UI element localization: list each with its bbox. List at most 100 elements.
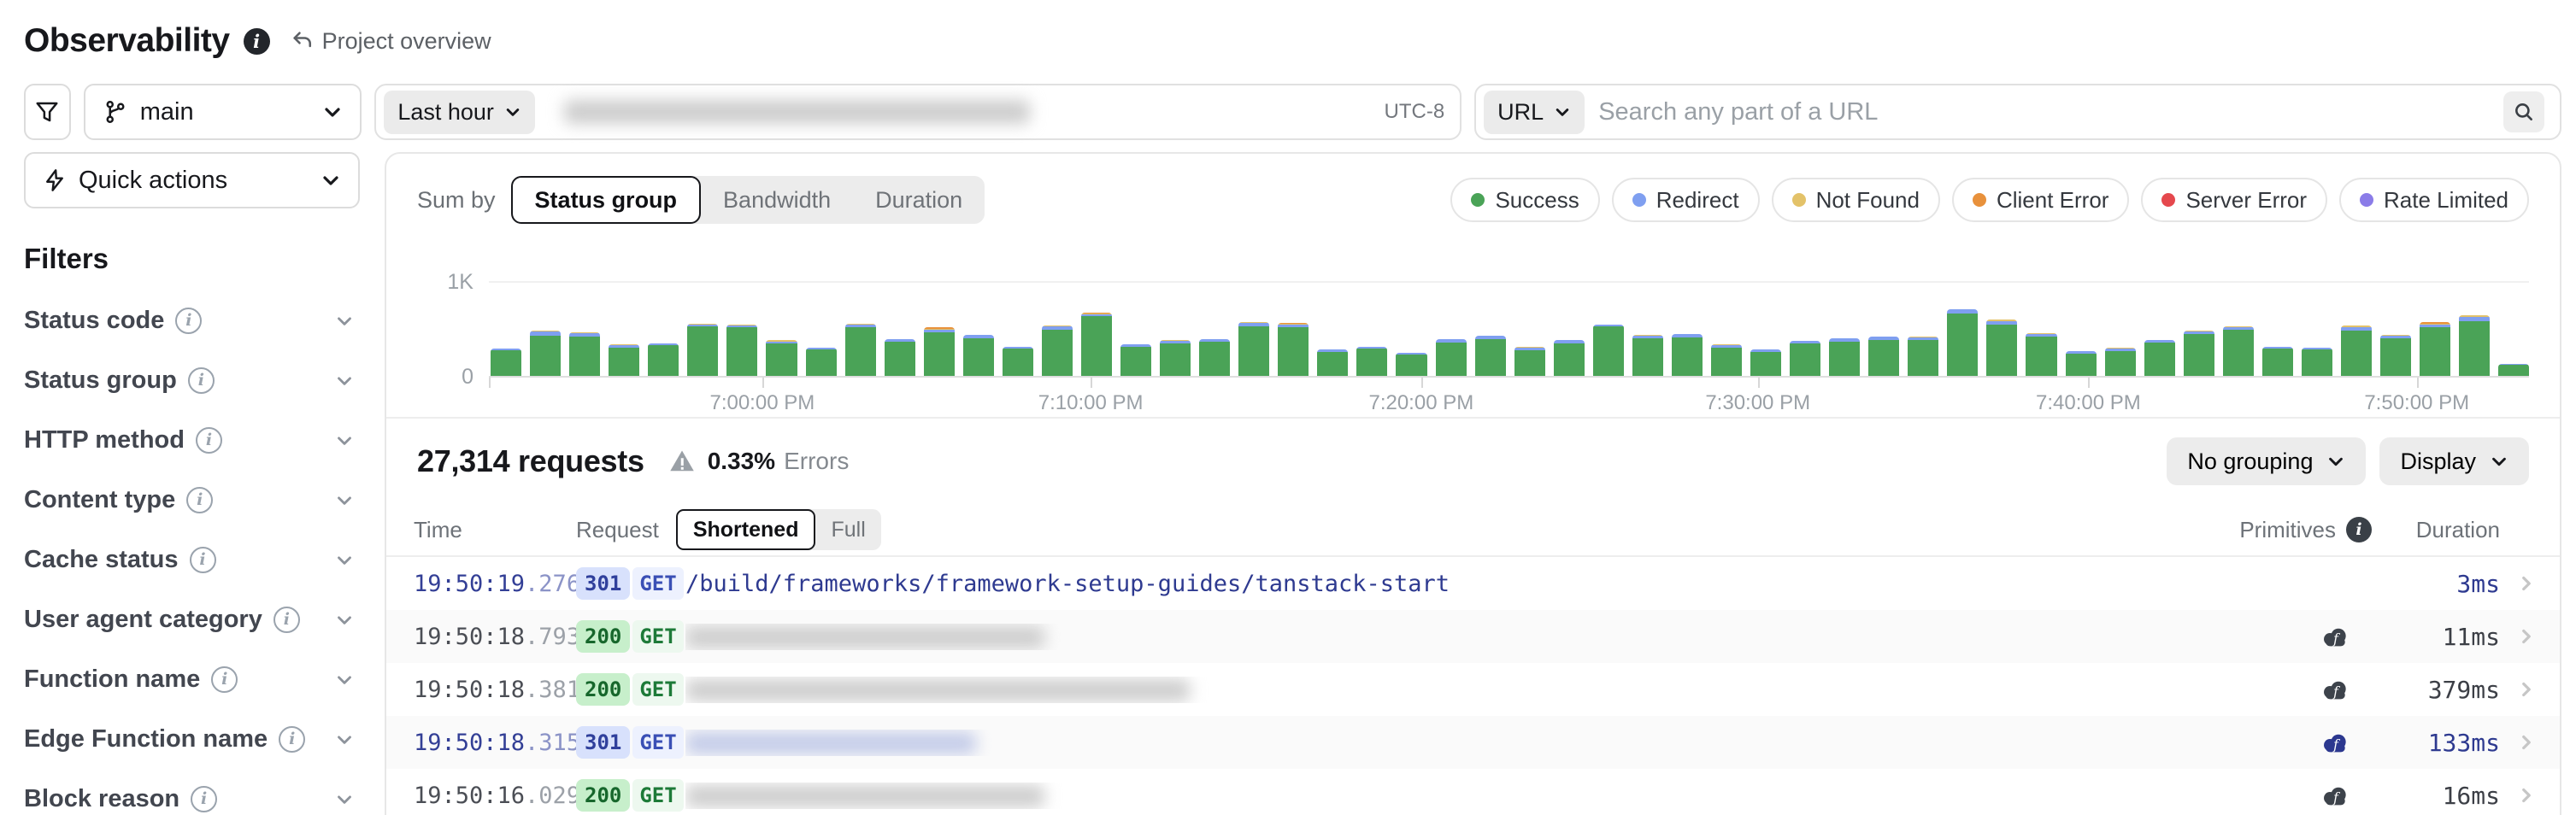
legend-item-success[interactable]: Success [1450, 178, 1599, 222]
grouping-dropdown[interactable]: No grouping [2167, 437, 2366, 485]
legend-item-server-error[interactable]: Server Error [2141, 178, 2327, 222]
chart-bar[interactable] [963, 335, 994, 376]
time-range-input[interactable]: Last hour UTC-8 [374, 84, 1461, 140]
info-icon[interactable]: i [196, 427, 222, 454]
chart-bar[interactable] [726, 325, 757, 376]
chart-bar[interactable] [687, 324, 718, 376]
info-icon[interactable]: i [273, 607, 300, 633]
chart-bar[interactable] [648, 343, 679, 376]
info-icon[interactable]: i [175, 308, 202, 334]
chevron-right-icon[interactable] [2500, 625, 2538, 648]
chart-bar[interactable] [2223, 326, 2254, 376]
chevron-right-icon[interactable] [2500, 572, 2538, 595]
chart-bar[interactable] [2420, 322, 2450, 376]
chart-bar[interactable] [1081, 313, 1112, 376]
chart-bar[interactable] [1475, 336, 1506, 376]
chart-bar[interactable] [1436, 339, 1467, 376]
chart-bar[interactable] [1278, 323, 1309, 376]
filter-item-status-code[interactable]: Status codei [24, 290, 366, 350]
chart-bar[interactable] [1868, 337, 1899, 376]
primitives-info-icon[interactable]: i [2346, 517, 2372, 542]
legend-item-redirect[interactable]: Redirect [1612, 178, 1760, 222]
chart-bar[interactable] [1554, 340, 1585, 376]
chart-bar[interactable] [1160, 340, 1191, 376]
sum-by-tab-bandwidth[interactable]: Bandwidth [701, 176, 853, 224]
chart-bar[interactable] [1593, 325, 1624, 376]
chart-bar[interactable] [924, 327, 955, 376]
chart-bar[interactable] [1042, 325, 1073, 376]
legend-item-rate-limited[interactable]: Rate Limited [2339, 178, 2529, 222]
chart-bar[interactable] [1908, 337, 1938, 376]
table-row[interactable]: 19:50:19.276301GET/build/frameworks/fram… [386, 557, 2560, 610]
chart-bar[interactable] [1672, 334, 1703, 376]
chart-bar[interactable] [885, 339, 915, 376]
filter-item-cache-status[interactable]: Cache statusi [24, 530, 366, 589]
chart-bar[interactable] [1986, 320, 2017, 376]
chart-bar[interactable] [609, 344, 639, 376]
table-row[interactable]: 19:50:18.793200GETf11ms [386, 610, 2560, 663]
chart-bar[interactable] [806, 348, 837, 376]
filter-item-edge-function-name[interactable]: Edge Function namei [24, 709, 366, 769]
chart-bar[interactable] [2262, 347, 2293, 376]
chevron-right-icon[interactable] [2500, 678, 2538, 701]
filter-item-http-method[interactable]: HTTP methodi [24, 410, 366, 470]
chart-bar[interactable] [1711, 344, 1742, 376]
chart-bar[interactable] [1632, 335, 1663, 376]
chart-bar[interactable] [1514, 347, 1545, 376]
chart-bar[interactable] [569, 332, 600, 376]
chart-plot-area[interactable]: 1K07:00:00 PM7:10:00 PM7:20:00 PM7:30:00… [489, 249, 2529, 378]
search-bar[interactable]: URL [1474, 84, 2561, 140]
chart-bar[interactable] [2341, 325, 2372, 376]
info-icon[interactable]: i [190, 547, 216, 573]
sum-by-tab-status-group[interactable]: Status group [511, 176, 702, 224]
legend-item-client-error[interactable]: Client Error [1952, 178, 2129, 222]
info-icon[interactable]: i [279, 726, 305, 753]
display-dropdown[interactable]: Display [2379, 437, 2529, 485]
chart-bar[interactable] [1947, 309, 1978, 376]
chart-bar[interactable] [1790, 341, 1820, 376]
breadcrumb[interactable]: Project overview [291, 28, 491, 55]
table-row[interactable]: 19:50:18.315301GETf133ms [386, 716, 2560, 769]
chart-bar[interactable] [2380, 335, 2411, 376]
chart-bar[interactable] [2026, 333, 2056, 376]
info-icon[interactable]: i [211, 666, 238, 693]
quick-actions-button[interactable]: Quick actions [24, 152, 360, 208]
chart-bar[interactable] [2498, 364, 2529, 376]
chart-bar[interactable] [491, 349, 521, 376]
chart-bar[interactable] [845, 324, 876, 376]
chart-bar[interactable] [2302, 348, 2332, 376]
sum-by-tab-duration[interactable]: Duration [853, 176, 985, 224]
chart-bar[interactable] [2066, 351, 2097, 376]
time-range-preset[interactable]: Last hour [384, 91, 535, 134]
table-row[interactable]: 19:50:16.029200GETf16ms [386, 769, 2560, 815]
filter-item-content-type[interactable]: Content typei [24, 470, 366, 530]
filter-item-status-group[interactable]: Status groupi [24, 350, 366, 410]
filter-funnel-button[interactable] [24, 84, 71, 140]
info-icon[interactable]: i [186, 487, 213, 513]
search-scope-selector[interactable]: URL [1484, 91, 1585, 134]
chart-bar[interactable] [1199, 339, 1230, 376]
chart-bar[interactable] [1317, 349, 1348, 376]
chart-bar[interactable] [2459, 315, 2490, 376]
chart-bar[interactable] [1003, 347, 1033, 376]
info-icon[interactable]: i [244, 28, 270, 55]
filter-item-function-name[interactable]: Function namei [24, 649, 366, 709]
chart-bar[interactable] [1829, 338, 1860, 376]
branch-selector[interactable]: main [84, 84, 362, 140]
chart-bar[interactable] [766, 340, 797, 376]
info-icon[interactable]: i [188, 367, 215, 394]
request-format-full[interactable]: Full [815, 509, 880, 550]
filter-item-user-agent-category[interactable]: User agent categoryi [24, 589, 366, 649]
chevron-right-icon[interactable] [2500, 784, 2538, 806]
chart-bar[interactable] [530, 331, 561, 376]
search-input[interactable] [1598, 98, 2493, 126]
chevron-right-icon[interactable] [2500, 731, 2538, 753]
table-row[interactable]: 19:50:18.381200GETf379ms [386, 663, 2560, 716]
chart-bar[interactable] [2105, 348, 2136, 376]
chart-bar[interactable] [2144, 340, 2175, 376]
filter-item-block-reason[interactable]: Block reasoni [24, 769, 366, 815]
chart-bar[interactable] [1238, 322, 1269, 376]
chart-bar[interactable] [2184, 331, 2214, 376]
info-icon[interactable]: i [191, 786, 217, 812]
chart-bar[interactable] [1120, 344, 1151, 376]
